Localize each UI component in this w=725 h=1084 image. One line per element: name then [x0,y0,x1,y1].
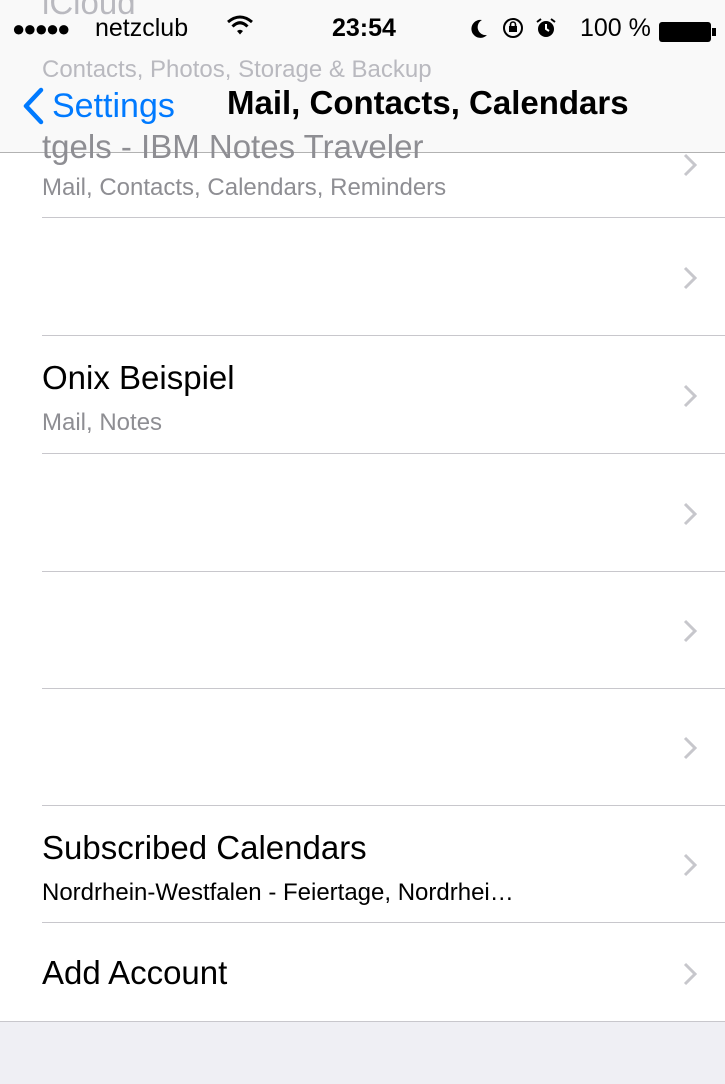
account-row-title: Subscribed Calendars [42,829,367,866]
account-row-title: Add Account [42,954,228,991]
row-separator [42,217,725,218]
battery-percentage: 100 % [580,14,651,42]
back-button[interactable]: Settings [22,86,175,126]
underlying-row-subtitle: Contacts, Photos, Storage & Backup [42,56,432,83]
chevron-right-icon [683,266,697,290]
account-row-title: Onix Beispiel [42,359,235,396]
orientation-lock-icon [502,17,524,46]
wifi-icon [226,14,254,43]
chevron-right-icon [683,619,697,643]
account-row-subtitle: Mail, Notes [42,409,163,436]
status-bar: iCloud ●●●●● netzclub 23:54 100 % [0,0,725,64]
battery-icon [658,21,718,50]
back-button-label: Settings [52,86,175,125]
moon-icon [470,17,488,46]
row-separator [42,571,725,572]
chevron-right-icon [683,153,697,177]
row-separator [42,688,725,689]
chevron-right-icon [683,962,697,986]
account-row-empty-2[interactable] [0,455,725,572]
alarm-icon [535,17,557,46]
account-row-empty-4[interactable] [0,690,725,806]
chevron-right-icon [683,502,697,526]
account-row-subtitle: Mail, Contacts, Calendars, Reminders [42,174,447,201]
account-row-subtitle: Nordrhein-Westfalen - Feiertage, Nordrhe… [42,879,514,906]
chevron-left-icon [23,87,44,125]
row-separator [42,805,725,806]
add-account-row[interactable]: Add Account [0,924,725,1022]
page-title: Mail, Contacts, Calendars [227,84,629,121]
subscribed-calendars-row[interactable]: Subscribed Calendars Nordrhein-Westfalen… [0,807,725,923]
signal-strength-icon: ●●●●● [12,16,70,41]
row-separator [42,453,725,454]
clock: 23:54 [332,14,396,42]
chevron-right-icon [683,736,697,760]
row-separator [42,335,725,336]
underlying-row-title: tgels - IBM Notes Traveler [42,128,424,165]
account-row-empty-1[interactable] [0,219,725,336]
row-separator [42,922,725,923]
chevron-right-icon [683,384,697,408]
account-row-onix-beispiel[interactable]: Onix Beispiel Mail, Notes [0,337,725,454]
account-row-empty-3[interactable] [0,573,725,689]
row-separator [0,1021,725,1022]
chevron-right-icon [683,853,697,877]
carrier-name: netzclub [95,14,189,42]
